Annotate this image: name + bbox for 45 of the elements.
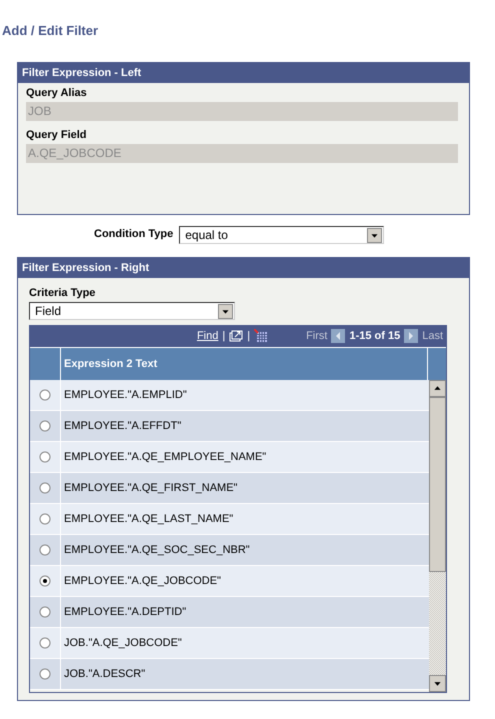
field-label: Query Field [26, 129, 88, 143]
radio-button[interactable] [39, 668, 51, 680]
radio-button[interactable] [39, 389, 51, 401]
table-cell-text: JOB."A.QE_JOBCODE" [63, 636, 183, 651]
radio-button[interactable] [39, 606, 51, 618]
separator: | [222, 330, 226, 342]
scrollbar[interactable] [429, 380, 446, 692]
panel-header: Filter Expression - Right [18, 258, 469, 278]
next-icon[interactable] [404, 329, 418, 343]
table-cell-text: EMPLOYEE."A.EFFDT" [63, 419, 182, 434]
view-all-icon[interactable] [229, 329, 244, 343]
find-link[interactable]: Find [196, 330, 218, 342]
field-label: Criteria Type [29, 287, 96, 301]
table-cell-text: EMPLOYEE."A.QE_EMPLOYEE_NAME" [63, 450, 268, 465]
criteria-type-select[interactable]: Field [29, 302, 235, 320]
separator: | [247, 330, 250, 342]
page-title: Add / Edit Filter [1, 22, 100, 40]
radio-button[interactable] [39, 637, 51, 649]
first-label: First [306, 330, 328, 342]
disabled-field: JOB [26, 102, 458, 121]
grid-download-icon[interactable] [254, 329, 268, 343]
scroll-up-icon[interactable] [429, 380, 446, 397]
field-label: Condition Type [94, 228, 174, 242]
scroll-down-icon[interactable] [429, 675, 446, 692]
radio-button[interactable] [39, 544, 51, 556]
radio-button[interactable] [39, 513, 51, 525]
field-label: Query Alias [26, 87, 88, 101]
radio-button[interactable] [39, 482, 51, 494]
radio-button[interactable] [39, 575, 51, 587]
table-cell-text: EMPLOYEE."A.QE_LAST_NAME" [63, 512, 234, 527]
table-cell-text: JOB."A.DESCR" [63, 667, 146, 682]
scroll-thumb[interactable] [429, 397, 446, 572]
table-cell-text: EMPLOYEE."A.EMPLID" [63, 388, 188, 403]
table-cell-text: EMPLOYEE."A.DEPTID" [63, 605, 188, 620]
radio-button[interactable] [39, 420, 51, 432]
table-cell-text: EMPLOYEE."A.QE_SOC_SEC_NBR" [63, 543, 251, 558]
radio-button[interactable] [39, 451, 51, 463]
previous-icon[interactable] [331, 329, 346, 343]
page-range: 1-15 of 15 [349, 330, 400, 342]
condition-type-select[interactable]: equal to [179, 226, 384, 244]
panel-header: Filter Expression - Left [18, 63, 469, 83]
table-cell-text: EMPLOYEE."A.QE_FIRST_NAME" [63, 481, 238, 496]
disabled-field: A.QE_JOBCODE [26, 144, 458, 163]
last-label: Last [422, 330, 443, 342]
table-cell-text: EMPLOYEE."A.QE_JOBCODE" [63, 574, 222, 589]
